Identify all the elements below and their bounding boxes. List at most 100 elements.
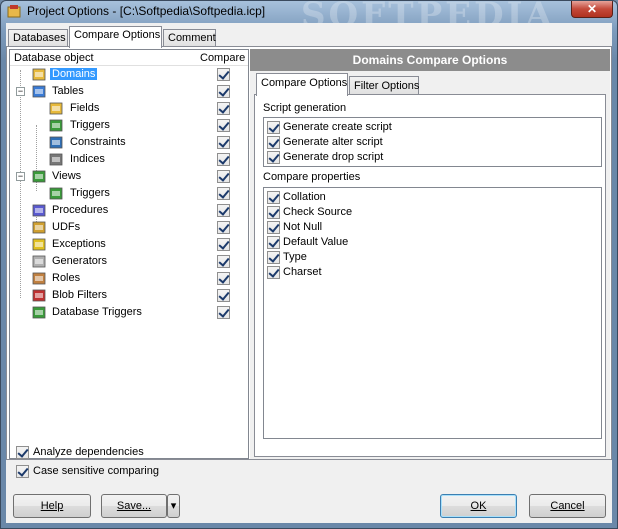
trigger-icon [49, 187, 63, 200]
compare-checkbox[interactable] [217, 204, 230, 217]
options-header: Domains Compare Options [250, 49, 610, 71]
tab-databases[interactable]: Databases [8, 29, 68, 47]
compare-properties-list[interactable]: Collation Check Source Not Null Default Val… [263, 187, 602, 439]
save-dropdown-button[interactable]: ▾ [167, 494, 180, 518]
procedure-icon [32, 204, 46, 217]
generator-icon [32, 255, 46, 268]
tree-item[interactable]: Fields [10, 100, 248, 117]
subtab-filter-options[interactable]: Filter Options [349, 76, 419, 95]
compare-checkbox[interactable] [217, 119, 230, 132]
tree-item-label: Blob Filters [52, 289, 108, 301]
role-icon [32, 272, 46, 285]
option-checkbox[interactable] [267, 266, 280, 279]
tree-item-label: Procedures [52, 204, 109, 216]
tree-item[interactable]: Blob Filters [10, 287, 248, 304]
option-item[interactable]: Generate alter script [264, 135, 594, 150]
tree-item[interactable]: UDFs [10, 219, 248, 236]
option-checkbox[interactable] [267, 121, 280, 134]
tree-item[interactable]: Exceptions [10, 236, 248, 253]
blob-filter-icon [32, 289, 46, 302]
cancel-button[interactable]: Cancel [529, 494, 606, 518]
compare-checkbox[interactable] [217, 306, 230, 319]
save-button-label: Save... [116, 500, 152, 512]
tree-header: Database object Compare [10, 50, 248, 66]
help-button[interactable]: Help [13, 494, 91, 518]
compare-checkbox[interactable] [217, 153, 230, 166]
tab-comment[interactable]: Comment [163, 29, 216, 47]
tree-item[interactable]: − Tables [10, 83, 248, 100]
analyze-dependencies-checkbox[interactable]: Analyze dependencies [16, 445, 316, 461]
field-icon [49, 102, 63, 115]
tree-item-label: Database Triggers [52, 306, 142, 318]
tree-item[interactable]: Database Triggers [10, 304, 248, 321]
save-button[interactable]: Save... [101, 494, 167, 518]
close-button[interactable]: ✕ [571, 1, 613, 18]
tree-item[interactable]: Indices [10, 151, 248, 168]
option-label: Generate alter script [283, 136, 383, 148]
tree-item[interactable]: Domains [10, 66, 248, 83]
tree-item[interactable]: Triggers [10, 117, 248, 134]
subtab-compare-options[interactable]: Compare Options [256, 73, 348, 96]
option-checkbox[interactable] [267, 236, 280, 249]
tree-item[interactable]: Procedures [10, 202, 248, 219]
ok-button[interactable]: OK [440, 494, 517, 518]
constraint-icon [49, 136, 63, 149]
compare-options-panel: Database object Compare Domains − Tables Fi… [6, 46, 612, 460]
case-sensitive-check[interactable] [16, 465, 29, 478]
database-object-tree[interactable]: Database object Compare Domains − Tables Fi… [9, 49, 249, 459]
tree-item-label: Tables [52, 85, 84, 97]
compare-checkbox[interactable] [217, 102, 230, 115]
app-icon [7, 5, 21, 18]
compare-checkbox[interactable] [217, 255, 230, 268]
option-item[interactable]: Collation [264, 190, 594, 205]
tree-item-label: Exceptions [52, 238, 106, 250]
option-item[interactable]: Charset [264, 265, 594, 280]
tree-item[interactable]: Roles [10, 270, 248, 287]
compare-checkbox[interactable] [217, 289, 230, 302]
cancel-button-label: Cancel [550, 500, 585, 512]
tab-compare-options[interactable]: Compare Options [69, 26, 162, 48]
compare-checkbox[interactable] [217, 136, 230, 149]
analyze-dependencies-check[interactable] [16, 446, 29, 459]
expand-collapse-icon[interactable]: − [16, 172, 25, 181]
option-item[interactable]: Generate create script [264, 120, 594, 135]
compare-checkbox[interactable] [217, 85, 230, 98]
option-label: Default Value [283, 236, 349, 248]
compare-checkbox[interactable] [217, 68, 230, 81]
option-checkbox[interactable] [267, 251, 280, 264]
case-sensitive-label: Case sensitive comparing [33, 465, 159, 477]
option-checkbox[interactable] [267, 206, 280, 219]
option-label: Charset [283, 266, 322, 278]
column-database-object[interactable]: Database object [14, 52, 94, 64]
trigger-icon [49, 119, 63, 132]
tree-item[interactable]: Triggers [10, 185, 248, 202]
compare-checkbox[interactable] [217, 170, 230, 183]
udf-icon [32, 221, 46, 234]
option-checkbox[interactable] [267, 136, 280, 149]
domain-icon [32, 68, 46, 81]
option-item[interactable]: Default Value [264, 235, 594, 250]
option-item[interactable]: Type [264, 250, 594, 265]
tree-item[interactable]: Constraints [10, 134, 248, 151]
option-checkbox[interactable] [267, 151, 280, 164]
dialog-client: Databases Compare Options Comment Databa… [6, 23, 612, 523]
option-checkbox[interactable] [267, 221, 280, 234]
option-item[interactable]: Not Null [264, 220, 594, 235]
tree-item-label: Roles [52, 272, 81, 284]
compare-checkbox[interactable] [217, 272, 230, 285]
tree-item-label: Fields [70, 102, 100, 114]
column-compare[interactable]: Compare [200, 52, 245, 64]
script-generation-list[interactable]: Generate create script Generate alter scr… [263, 117, 602, 167]
compare-checkbox[interactable] [217, 221, 230, 234]
case-sensitive-checkbox[interactable]: Case sensitive comparing [16, 464, 316, 480]
title-bar[interactable]: SOFTPEDIA Project Options - [C:\Softpedi… [1, 1, 617, 35]
option-checkbox[interactable] [267, 191, 280, 204]
expand-collapse-icon[interactable]: − [16, 87, 25, 96]
compare-checkbox[interactable] [217, 238, 230, 251]
option-item[interactable]: Check Source [264, 205, 594, 220]
compare-checkbox[interactable] [217, 187, 230, 200]
option-item[interactable]: Generate drop script [264, 150, 594, 165]
tree-item[interactable]: − Views [10, 168, 248, 185]
option-label: Generate drop script [283, 151, 384, 163]
tree-item[interactable]: Generators [10, 253, 248, 270]
